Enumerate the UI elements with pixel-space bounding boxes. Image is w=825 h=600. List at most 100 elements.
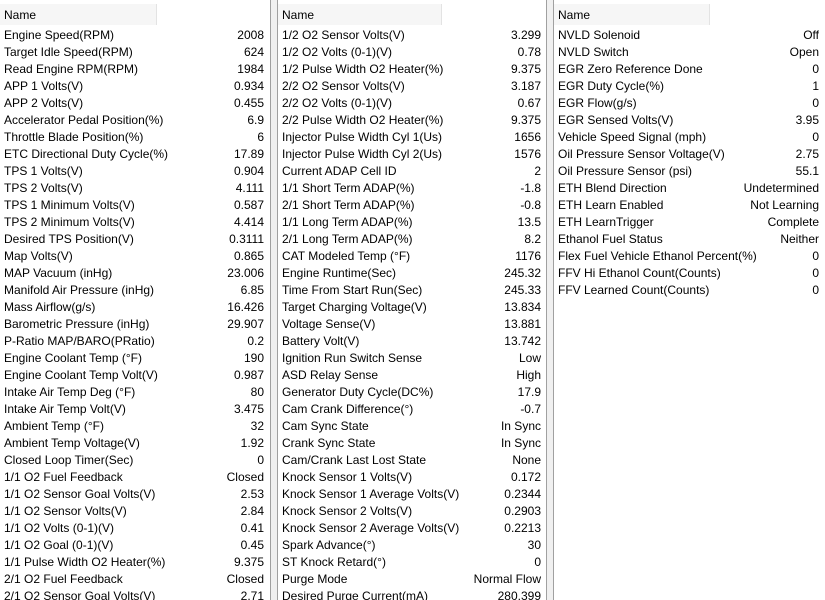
parameter-name: Spark Advance(°) <box>282 538 376 552</box>
list-item[interactable]: P-Ratio MAP/BARO(PRatio) 0.2 <box>0 333 270 350</box>
list-item[interactable]: ASD Relay Sense High <box>278 367 546 384</box>
list-item[interactable]: ETH Blend Direction Undetermined <box>554 180 825 197</box>
list-item[interactable]: EGR Flow(g/s) 0 <box>554 95 825 112</box>
list-item[interactable]: Manifold Air Pressure (inHg) 6.85 <box>0 282 270 299</box>
list-item[interactable]: Engine Speed(RPM) 2008 <box>0 27 270 44</box>
list-item[interactable]: EGR Duty Cycle(%) 1 <box>554 78 825 95</box>
list-item[interactable]: NVLD Solenoid Off <box>554 27 825 44</box>
list-item[interactable]: Target Charging Voltage(V) 13.834 <box>278 299 546 316</box>
list-item[interactable]: NVLD Switch Open <box>554 44 825 61</box>
panel-splitter[interactable] <box>546 0 554 600</box>
list-item[interactable]: Cam Sync State In Sync <box>278 418 546 435</box>
parameter-value: 0.587 <box>233 198 264 212</box>
list-item[interactable]: TPS 1 Volts(V) 0.904 <box>0 163 270 180</box>
list-item[interactable]: TPS 1 Minimum Volts(V) 0.587 <box>0 197 270 214</box>
list-item[interactable]: Voltage Sense(V) 13.881 <box>278 316 546 333</box>
list-item[interactable]: Generator Duty Cycle(DC%) 17.9 <box>278 384 546 401</box>
list-item[interactable]: Barometric Pressure (inHg) 29.907 <box>0 316 270 333</box>
list-item[interactable]: 1/2 O2 Sensor Volts(V) 3.299 <box>278 27 546 44</box>
list-item[interactable]: Ethanol Fuel Status Neither <box>554 231 825 248</box>
list-item[interactable]: TPS 2 Minimum Volts(V) 4.414 <box>0 214 270 231</box>
list-item[interactable]: 1/2 O2 Volts (0-1)(V) 0.78 <box>278 44 546 61</box>
list-item[interactable]: 2/2 O2 Volts (0-1)(V) 0.67 <box>278 95 546 112</box>
parameter-value: 190 <box>243 351 264 365</box>
list-item[interactable]: Target Idle Speed(RPM) 624 <box>0 44 270 61</box>
list-item[interactable]: Desired TPS Position(V) 0.3111 <box>0 231 270 248</box>
parameter-value: 4.111 <box>235 181 264 195</box>
list-item[interactable]: Map Volts(V) 0.865 <box>0 248 270 265</box>
list-item[interactable]: 1/1 O2 Goal (0-1)(V) 0.45 <box>0 537 270 554</box>
list-item[interactable]: TPS 2 Volts(V) 4.111 <box>0 180 270 197</box>
list-item[interactable]: Engine Coolant Temp Volt(V) 0.987 <box>0 367 270 384</box>
list-item[interactable]: Desired Purge Current(mA) 280.399 <box>278 588 546 600</box>
list-item[interactable]: Injector Pulse Width Cyl 1(Us) 1656 <box>278 129 546 146</box>
list-item[interactable]: Cam/Crank Last Lost State None <box>278 452 546 469</box>
list-item[interactable]: FFV Learned Count(Counts) 0 <box>554 282 825 299</box>
list-item[interactable]: 2/1 Long Term ADAP(%) 8.2 <box>278 231 546 248</box>
list-item[interactable]: 2/2 Pulse Width O2 Heater(%) 9.375 <box>278 112 546 129</box>
list-item[interactable]: 1/1 Short Term ADAP(%) -1.8 <box>278 180 546 197</box>
list-item[interactable]: Oil Pressure Sensor Voltage(V) 2.75 <box>554 146 825 163</box>
list-item[interactable]: ST Knock Retard(°) 0 <box>278 554 546 571</box>
list-item[interactable]: EGR Zero Reference Done 0 <box>554 61 825 78</box>
name-column-header[interactable]: Name <box>554 4 710 25</box>
list-item[interactable]: Flex Fuel Vehicle Ethanol Percent(%) 0 <box>554 248 825 265</box>
panel-splitter[interactable] <box>270 0 278 600</box>
parameter-value: 13.742 <box>504 334 541 348</box>
list-item[interactable]: CAT Modeled Temp (°F) 1176 <box>278 248 546 265</box>
list-item[interactable]: ETH Learn Enabled Not Learning <box>554 197 825 214</box>
list-item[interactable]: MAP Vacuum (inHg) 23.006 <box>0 265 270 282</box>
list-item[interactable]: Knock Sensor 2 Volts(V) 0.2903 <box>278 503 546 520</box>
list-item[interactable]: Knock Sensor 1 Average Volts(V) 0.2344 <box>278 486 546 503</box>
list-item[interactable]: Oil Pressure Sensor (psi) 55.1 <box>554 163 825 180</box>
list-item[interactable]: 1/1 O2 Sensor Goal Volts(V) 2.53 <box>0 486 270 503</box>
list-item[interactable]: Crank Sync State In Sync <box>278 435 546 452</box>
column-header: Name <box>278 0 546 27</box>
list-item[interactable]: Vehicle Speed Signal (mph) 0 <box>554 129 825 146</box>
list-item[interactable]: Knock Sensor 1 Volts(V) 0.172 <box>278 469 546 486</box>
list-item[interactable]: Battery Volt(V) 13.742 <box>278 333 546 350</box>
list-item[interactable]: 1/1 O2 Fuel Feedback Closed <box>0 469 270 486</box>
list-item[interactable]: 2/1 Short Term ADAP(%) -0.8 <box>278 197 546 214</box>
list-item[interactable]: 1/1 O2 Sensor Volts(V) 2.84 <box>0 503 270 520</box>
list-item[interactable]: Current ADAP Cell ID 2 <box>278 163 546 180</box>
list-item[interactable]: 1/1 Long Term ADAP(%) 13.5 <box>278 214 546 231</box>
list-item[interactable]: APP 2 Volts(V) 0.455 <box>0 95 270 112</box>
list-item[interactable]: Spark Advance(°) 30 <box>278 537 546 554</box>
list-item[interactable]: FFV Hi Ethanol Count(Counts) 0 <box>554 265 825 282</box>
parameter-name: EGR Flow(g/s) <box>558 96 637 110</box>
list-item[interactable]: 1/1 Pulse Width O2 Heater(%) 9.375 <box>0 554 270 571</box>
list-item[interactable]: APP 1 Volts(V) 0.934 <box>0 78 270 95</box>
list-item[interactable]: 2/1 O2 Fuel Feedback Closed <box>0 571 270 588</box>
list-item[interactable]: 1/1 O2 Volts (0-1)(V) 0.41 <box>0 520 270 537</box>
list-item[interactable]: Intake Air Temp Volt(V) 3.475 <box>0 401 270 418</box>
list-item[interactable]: ETC Directional Duty Cycle(%) 17.89 <box>0 146 270 163</box>
list-item[interactable]: Ambient Temp (°F) 32 <box>0 418 270 435</box>
list-item[interactable]: 2/1 O2 Sensor Goal Volts(V) 2.71 <box>0 588 270 600</box>
list-item[interactable]: Ignition Run Switch Sense Low <box>278 350 546 367</box>
list-item[interactable]: ETH LearnTrigger Complete <box>554 214 825 231</box>
list-item[interactable]: Engine Runtime(Sec) 245.32 <box>278 265 546 282</box>
list-item[interactable]: Throttle Blade Position(%) 6 <box>0 129 270 146</box>
name-column-header[interactable]: Name <box>0 4 157 25</box>
list-item[interactable]: Engine Coolant Temp (°F) 190 <box>0 350 270 367</box>
list-item[interactable]: Mass Airflow(g/s) 16.426 <box>0 299 270 316</box>
parameter-name: 1/1 O2 Volts (0-1)(V) <box>4 521 115 535</box>
list-item[interactable]: Ambient Temp Voltage(V) 1.92 <box>0 435 270 452</box>
list-item[interactable]: Read Engine RPM(RPM) 1984 <box>0 61 270 78</box>
list-item[interactable]: Injector Pulse Width Cyl 2(Us) 1576 <box>278 146 546 163</box>
parameter-value: 9.375 <box>510 113 541 127</box>
parameter-name: Oil Pressure Sensor (psi) <box>558 164 693 178</box>
list-item[interactable]: Closed Loop Timer(Sec) 0 <box>0 452 270 469</box>
list-item[interactable]: Intake Air Temp Deg (°F) 80 <box>0 384 270 401</box>
list-item[interactable]: Accelerator Pedal Position(%) 6.9 <box>0 112 270 129</box>
list-item[interactable]: 1/2 Pulse Width O2 Heater(%) 9.375 <box>278 61 546 78</box>
list-item[interactable]: Cam Crank Difference(°) -0.7 <box>278 401 546 418</box>
list-item[interactable]: EGR Sensed Volts(V) 3.95 <box>554 112 825 129</box>
parameter-value: In Sync <box>500 436 541 450</box>
list-item[interactable]: Time From Start Run(Sec) 245.33 <box>278 282 546 299</box>
list-item[interactable]: Purge Mode Normal Flow <box>278 571 546 588</box>
name-column-header[interactable]: Name <box>278 4 442 25</box>
list-item[interactable]: 2/2 O2 Sensor Volts(V) 3.187 <box>278 78 546 95</box>
list-item[interactable]: Knock Sensor 2 Average Volts(V) 0.2213 <box>278 520 546 537</box>
